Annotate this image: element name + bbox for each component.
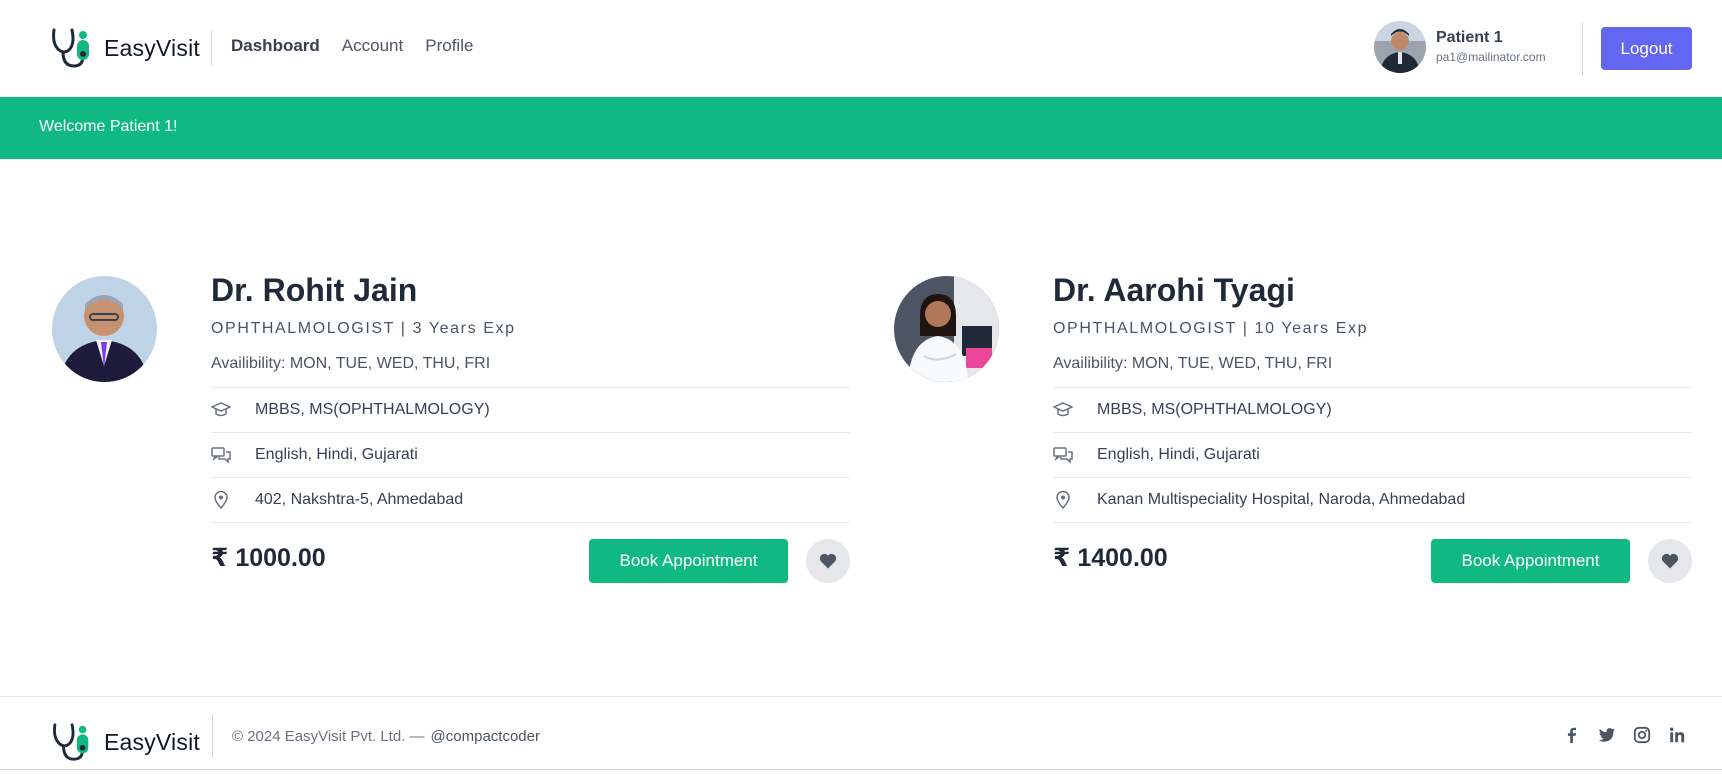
main-nav: Dashboard Account Profile	[231, 36, 473, 56]
favorite-button[interactable]	[1648, 539, 1692, 583]
footer-brand-name: EasyVisit	[104, 728, 200, 755]
chat-bubbles-icon	[211, 446, 255, 464]
qualification-text: MBBS, MS(OPHTHALMOLOGY)	[255, 401, 490, 418]
user-info: Patient 1 pa1@mailinator.com	[1436, 28, 1546, 66]
page-footer: EasyVisit © 2024 EasyVisit Pvt. Ltd. — @c…	[0, 696, 1722, 770]
address-text: Kanan Multispeciality Hospital, Naroda, …	[1097, 491, 1466, 508]
user-divider	[1582, 22, 1583, 75]
user-name: Patient 1	[1436, 29, 1503, 46]
twitter-icon[interactable]	[1597, 725, 1617, 745]
nav-item-dashboard[interactable]: Dashboard	[231, 36, 320, 56]
favorite-button[interactable]	[806, 539, 850, 583]
doctor-specialty: OPHTHALMOLOGIST | 10 Years Exp	[1053, 320, 1369, 337]
welcome-banner: Welcome Patient 1!	[0, 97, 1722, 159]
nav-item-account[interactable]: Account	[342, 36, 403, 56]
nav-item-profile[interactable]: Profile	[425, 36, 473, 56]
doctor-card: Dr. Rohit Jain OPHTHALMOLOGIST | 3 Years…	[50, 270, 850, 600]
qualification-row: MBBS, MS(OPHTHALMOLOGY)	[211, 387, 850, 432]
booking-row: ₹ 1000.00 Book Appointment	[211, 523, 850, 585]
book-appointment-button[interactable]: Book Appointment	[589, 539, 788, 583]
doctor-details: MBBS, MS(OPHTHALMOLOGY) English, Hindi, …	[211, 387, 850, 523]
instagram-icon[interactable]	[1632, 725, 1652, 745]
doctor-name[interactable]: Dr. Aarohi Tyagi	[1053, 270, 1692, 310]
author-handle-link[interactable]: @compactcoder	[431, 728, 540, 745]
map-pin-icon	[1053, 491, 1097, 509]
consultation-fee: ₹ 1400.00	[1053, 544, 1168, 572]
user-email: pa1@mailinator.com	[1436, 50, 1546, 64]
stethoscope-logo-icon	[52, 28, 89, 68]
welcome-text: Welcome Patient 1!	[39, 118, 178, 135]
languages-row: English, Hindi, Gujarati	[211, 432, 850, 477]
user-avatar[interactable]	[1374, 21, 1426, 73]
chat-bubbles-icon	[1053, 446, 1097, 464]
copyright-text: © 2024 EasyVisit Pvt. Ltd. —	[232, 728, 425, 745]
graduation-cap-icon	[1053, 401, 1097, 419]
doctor-avatar	[52, 276, 157, 382]
copyright: © 2024 EasyVisit Pvt. Ltd. — @compactcode…	[232, 728, 540, 745]
brand-name: EasyVisit	[104, 34, 200, 61]
book-appointment-button[interactable]: Book Appointment	[1431, 539, 1630, 583]
facebook-icon[interactable]	[1562, 725, 1582, 745]
header-divider	[211, 30, 212, 66]
social-links	[1562, 725, 1687, 745]
doctor-availability: Availibility: MON, TUE, WED, THU, FRI	[211, 355, 491, 372]
doctor-availability: Availibility: MON, TUE, WED, THU, FRI	[1053, 355, 1333, 372]
address-text: 402, Nakshtra-5, Ahmedabad	[255, 491, 464, 508]
languages-row: English, Hindi, Gujarati	[1053, 432, 1692, 477]
qualification-row: MBBS, MS(OPHTHALMOLOGY)	[1053, 387, 1692, 432]
heart-icon	[1661, 553, 1679, 569]
doctor-info: Dr. Rohit Jain OPHTHALMOLOGIST | 3 Years…	[211, 270, 850, 585]
address-row: 402, Nakshtra-5, Ahmedabad	[211, 477, 850, 522]
doctor-details: MBBS, MS(OPHTHALMOLOGY) English, Hindi, …	[1053, 387, 1692, 523]
footer-divider	[212, 715, 213, 757]
doctor-name[interactable]: Dr. Rohit Jain	[211, 270, 850, 310]
booking-row: ₹ 1400.00 Book Appointment	[1053, 523, 1692, 585]
map-pin-icon	[211, 491, 255, 509]
address-row: Kanan Multispeciality Hospital, Naroda, …	[1053, 477, 1692, 522]
logout-button[interactable]: Logout	[1601, 27, 1692, 70]
footer-brand-logo[interactable]: EasyVisit	[50, 721, 200, 763]
brand-logo[interactable]: EasyVisit	[50, 26, 200, 70]
languages-text: English, Hindi, Gujarati	[1097, 446, 1260, 463]
top-navbar: EasyVisit Dashboard Account Profile Pati…	[0, 0, 1722, 97]
doctor-specialty: OPHTHALMOLOGIST | 3 Years Exp	[211, 320, 516, 337]
user-menu[interactable]: Patient 1 pa1@mailinator.com	[1374, 21, 1546, 73]
doctor-avatar	[894, 276, 999, 382]
qualification-text: MBBS, MS(OPHTHALMOLOGY)	[1097, 401, 1332, 418]
graduation-cap-icon	[211, 401, 255, 419]
languages-text: English, Hindi, Gujarati	[255, 446, 418, 463]
heart-icon	[819, 553, 837, 569]
doctor-card: Dr. Aarohi Tyagi OPHTHALMOLOGIST | 10 Ye…	[892, 270, 1692, 600]
stethoscope-logo-icon	[53, 723, 89, 761]
consultation-fee: ₹ 1000.00	[211, 544, 326, 572]
doctor-info: Dr. Aarohi Tyagi OPHTHALMOLOGIST | 10 Ye…	[1053, 270, 1692, 585]
linkedin-icon[interactable]	[1667, 725, 1687, 745]
